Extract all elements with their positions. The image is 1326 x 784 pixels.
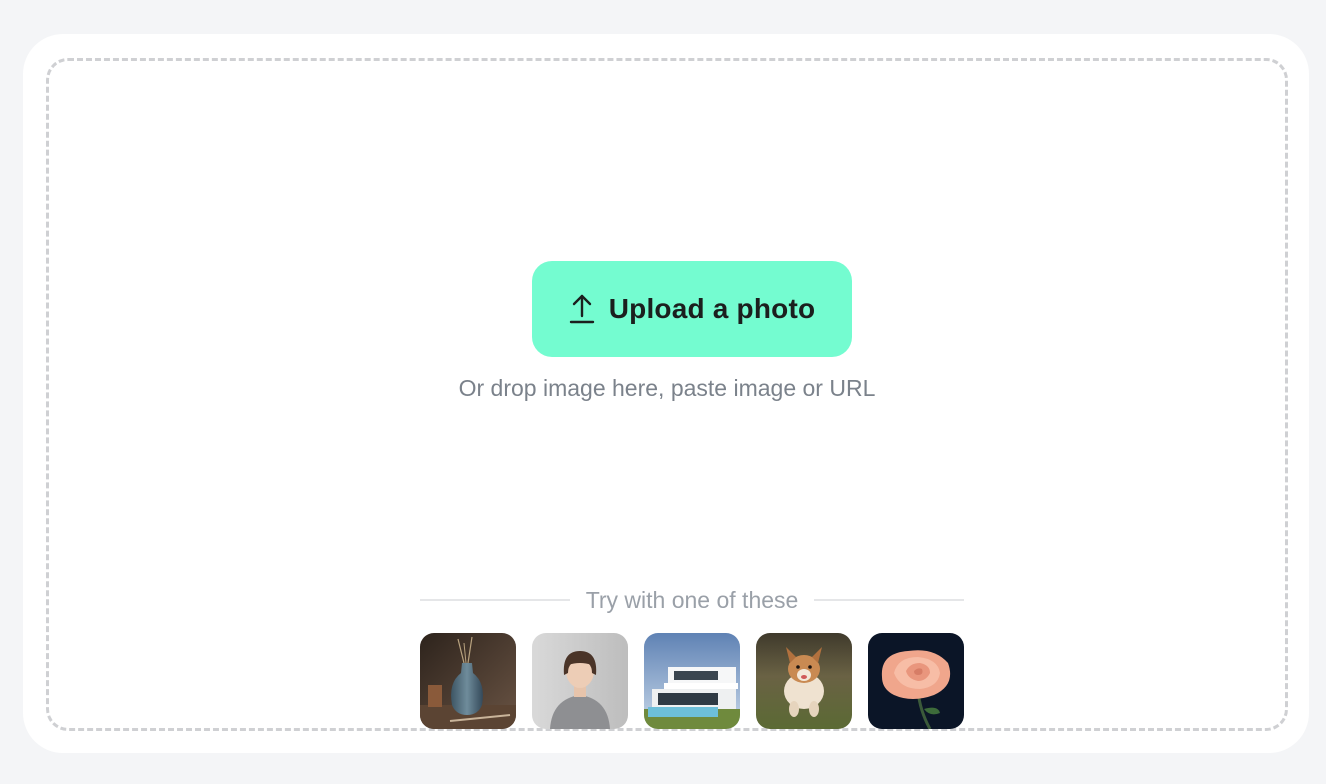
upload-button-label: Upload a photo <box>608 293 816 324</box>
upload-arrow-icon <box>569 293 595 325</box>
sample-vase-thumbnail[interactable] <box>420 633 516 729</box>
upload-card: Upload a photo Or drop image here, paste… <box>23 34 1309 753</box>
sample-images-list <box>420 633 964 729</box>
sample-modern-house-thumbnail[interactable] <box>644 633 740 729</box>
divider-line-left <box>420 599 570 601</box>
samples-divider: Try with one of these <box>420 585 965 615</box>
image-dropzone[interactable]: Upload a photo Or drop image here, paste… <box>46 58 1288 731</box>
sample-woman-portrait-thumbnail[interactable] <box>532 633 628 729</box>
drop-hint-text: Or drop image here, paste image or URL <box>458 375 876 401</box>
upload-photo-button[interactable]: Upload a photo <box>532 261 852 357</box>
samples-title: Try with one of these <box>585 586 799 613</box>
sample-running-dog-thumbnail[interactable] <box>756 633 852 729</box>
sample-rose-thumbnail[interactable] <box>868 633 964 729</box>
divider-line-right <box>814 599 965 601</box>
